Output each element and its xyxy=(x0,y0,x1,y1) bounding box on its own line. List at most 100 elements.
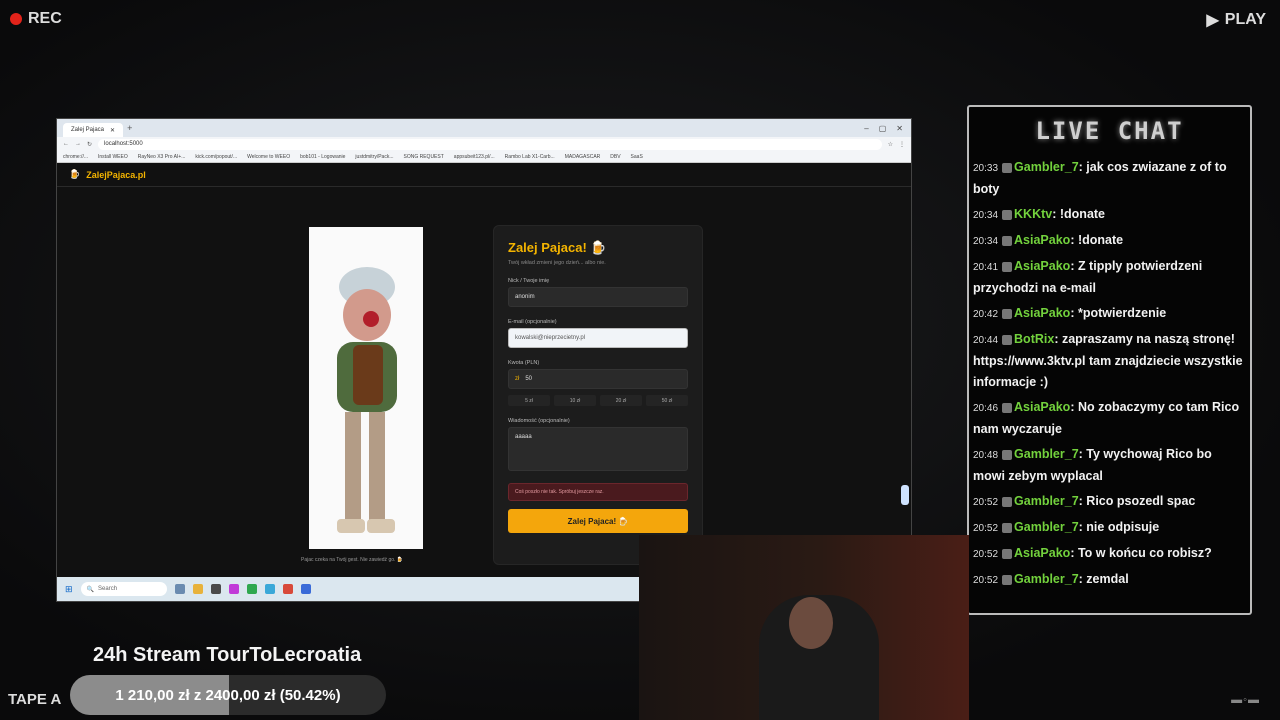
live-chat-panel: LIVE CHAT 20:33 Gambler_7: jak cos zwiaza… xyxy=(967,105,1252,615)
chat-username[interactable]: AsiaPako xyxy=(1014,400,1070,414)
taskbar-search-label: Search xyxy=(98,586,118,592)
play-label: PLAY xyxy=(1224,11,1266,28)
form-subtitle: Twój wkład zmieni jego dzień... albo nie… xyxy=(508,260,606,266)
chat-message: 20:52 Gambler_7: zemdal xyxy=(969,567,1250,593)
windows-start-icon[interactable]: ⊞ xyxy=(65,584,73,595)
form-title: Zalej Pajaca! 🍺 xyxy=(508,240,607,255)
chat-username[interactable]: Gambler_7 xyxy=(1014,572,1079,586)
chat-badge-icon xyxy=(1002,209,1013,220)
chat-time: 20:52 xyxy=(973,497,999,508)
bookmark-item[interactable]: bob101 - Logowanie xyxy=(300,154,345,160)
message-value: aaaaa xyxy=(515,434,532,440)
bookmark-item[interactable]: chrome://... xyxy=(63,154,88,160)
chat-username[interactable]: Gambler_7 xyxy=(1014,520,1079,534)
streamer-head xyxy=(789,597,833,649)
chat-text: : nie odpisuje xyxy=(1078,520,1160,534)
site-brand[interactable]: ZalejPajaca.pl xyxy=(86,170,146,180)
taskbar-app-icon[interactable] xyxy=(246,584,257,594)
url-input[interactable]: localhost:5000 xyxy=(98,138,882,150)
address-bar: ← → ↻ localhost:5000 ☆ ⋮ xyxy=(57,137,911,151)
taskbar-app-icon[interactable] xyxy=(282,584,293,594)
chat-username[interactable]: AsiaPako xyxy=(1014,259,1070,273)
menu-icon[interactable]: ⋮ xyxy=(899,141,905,148)
beer-icon: 🍺 xyxy=(69,169,81,179)
bookmark-item[interactable]: MADAGASCAR xyxy=(565,154,601,160)
maximize-icon[interactable]: ▢ xyxy=(879,124,887,133)
play-indicator: ▶ PLAY xyxy=(1206,10,1266,30)
message-textarea[interactable]: aaaaa xyxy=(508,427,688,471)
chat-badge-icon xyxy=(1002,574,1013,585)
quick-amount-button[interactable]: 20 zł xyxy=(600,395,642,406)
side-panel-handle[interactable] xyxy=(901,485,909,505)
chat-username[interactable]: Gambler_7 xyxy=(1014,160,1079,174)
chat-text: : No zobaczymy co tam Rico nam wyczaruje xyxy=(973,400,1240,436)
minimize-icon[interactable]: – xyxy=(864,124,868,133)
chat-text: : !donate xyxy=(1052,207,1106,221)
taskbar-search[interactable]: 🔍 Search xyxy=(80,582,167,596)
bookmark-item[interactable]: Welcome to WEEO xyxy=(247,154,290,160)
window-close-icon[interactable]: ✕ xyxy=(896,124,903,133)
chat-username[interactable]: AsiaPako xyxy=(1014,546,1070,560)
chat-username[interactable]: BotRix xyxy=(1014,332,1054,346)
new-tab-icon[interactable]: + xyxy=(127,123,132,133)
quick-amount-button[interactable]: 10 zł xyxy=(554,395,596,406)
bookmark-item[interactable]: justdmitry/Pack... xyxy=(355,154,393,160)
tab-zalej-pajaca[interactable]: Zalej Pajaca ✕ xyxy=(63,123,124,137)
taskbar-app-icon[interactable] xyxy=(264,584,275,594)
nick-input[interactable]: anonim xyxy=(508,287,688,307)
tab-title: Zalej Pajaca xyxy=(71,127,105,133)
clown-image xyxy=(309,227,423,549)
goal-text: 1 210,00 zł z 2400,00 zł (50.42%) xyxy=(115,686,341,704)
chat-message: 20:34 AsiaPako: !donate xyxy=(969,228,1250,254)
chat-time: 20:41 xyxy=(973,262,999,273)
chat-message-list: 20:33 Gambler_7: jak cos zwiazane z of to… xyxy=(969,155,1250,593)
quick-amounts: 5 zł 10 zł 20 zł 50 zł xyxy=(508,395,688,406)
chat-time: 20:52 xyxy=(973,549,999,560)
quick-amount-button[interactable]: 5 zł xyxy=(508,395,550,406)
chat-time: 20:34 xyxy=(973,210,999,221)
taskbar-app-icon[interactable] xyxy=(300,584,311,594)
forward-icon[interactable]: → xyxy=(75,141,81,147)
bookmark-item[interactable]: Rambo Lab X1-Carb... xyxy=(505,154,555,160)
quick-amount-button[interactable]: 50 zł xyxy=(646,395,688,406)
chat-badge-icon xyxy=(1002,308,1013,319)
chat-message: 20:41 AsiaPako: Z tipply potwierdzeni prz… xyxy=(969,254,1250,301)
chat-username[interactable]: AsiaPako xyxy=(1014,306,1070,320)
rec-dot-icon xyxy=(10,13,22,25)
url-text: localhost:5000 xyxy=(104,141,143,147)
chat-message: 20:44 BotRix: zapraszamy na naszą stronę!… xyxy=(969,327,1250,395)
chat-message: 20:46 AsiaPako: No zobaczymy co tam Rico … xyxy=(969,395,1250,442)
chat-text: : !donate xyxy=(1070,233,1124,247)
bookmark-item[interactable]: SaaS xyxy=(631,154,643,160)
chat-badge-icon xyxy=(1002,522,1013,533)
chat-text: : *potwierdzenie xyxy=(1070,306,1167,320)
chat-username[interactable]: Gambler_7 xyxy=(1014,494,1079,508)
bookmark-item[interactable]: appsubeit123.pl/... xyxy=(454,154,495,160)
submit-button[interactable]: Zalej Pajaca! 🍺 xyxy=(508,509,688,533)
webcam-feed xyxy=(639,535,969,720)
chat-username[interactable]: KKKtv xyxy=(1014,207,1052,221)
chat-username[interactable]: AsiaPako xyxy=(1014,233,1070,247)
taskbar-app-icon[interactable] xyxy=(210,584,221,594)
close-icon[interactable]: ✕ xyxy=(110,127,115,134)
amount-input[interactable]: zł 50 xyxy=(508,369,688,389)
amount-label: Kwota (PLN) xyxy=(508,360,540,366)
bookmark-item[interactable]: RayNeo X3 Pro AI+... xyxy=(138,154,186,160)
reload-icon[interactable]: ↻ xyxy=(87,141,92,148)
currency-label: zł xyxy=(515,376,520,382)
bookmark-item[interactable]: Install WEEO xyxy=(98,154,128,160)
chat-badge-icon xyxy=(1002,402,1013,413)
back-icon[interactable]: ← xyxy=(63,141,69,147)
bookmark-item[interactable]: SONG REQUEST xyxy=(404,154,444,160)
star-icon[interactable]: ☆ xyxy=(888,141,893,148)
chat-username[interactable]: Gambler_7 xyxy=(1014,447,1079,461)
chat-badge-icon xyxy=(1002,496,1013,507)
taskbar-app-icon[interactable] xyxy=(228,584,239,594)
email-input[interactable]: kowalski@nieprzecietny.pl xyxy=(508,328,688,348)
bookmark-item[interactable]: DBV xyxy=(610,154,620,160)
bookmark-item[interactable]: kick.com/popout/... xyxy=(195,154,237,160)
chat-badge-icon xyxy=(1002,548,1013,559)
taskbar-app-icon[interactable] xyxy=(192,584,203,594)
chat-badge-icon xyxy=(1002,235,1013,246)
taskbar-app-icon[interactable] xyxy=(174,584,185,594)
